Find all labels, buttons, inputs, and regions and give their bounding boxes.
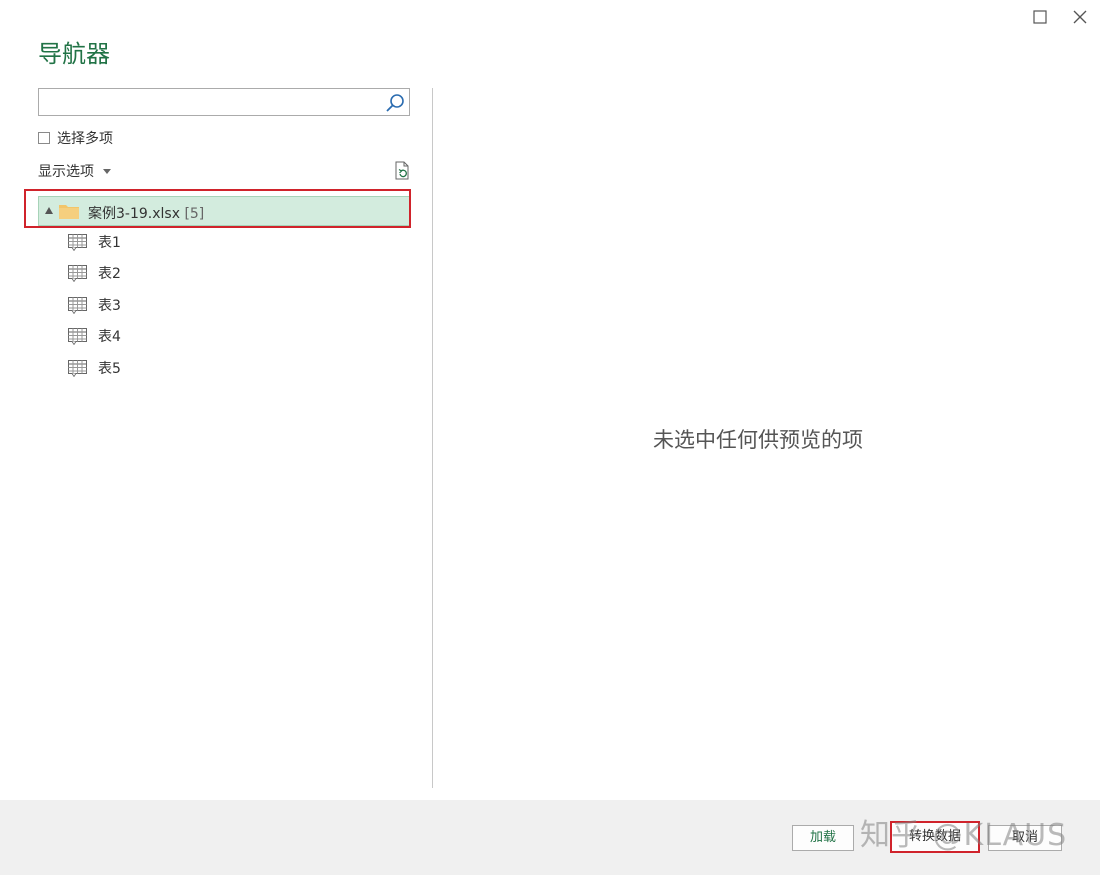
- transform-data-button[interactable]: 转换数据: [890, 821, 980, 853]
- load-button[interactable]: 加载: [792, 825, 854, 851]
- tree-item-table-4[interactable]: 表4: [68, 326, 121, 346]
- table-icon: [68, 359, 87, 377]
- tree-item-table-3[interactable]: 表3: [68, 295, 121, 315]
- chevron-down-icon: [103, 168, 111, 174]
- display-options-label: 显示选项: [38, 164, 94, 180]
- search-box[interactable]: [38, 88, 410, 116]
- tree-item-table-5[interactable]: 表5: [68, 358, 121, 378]
- tree-item-label: 表4: [98, 329, 121, 345]
- maximize-icon[interactable]: [1029, 6, 1051, 28]
- tree-item-label: 表3: [98, 298, 121, 314]
- tree-item-label: 表1: [98, 235, 121, 251]
- multi-select-option[interactable]: 选择多项: [38, 128, 113, 148]
- highlight-outline: [24, 189, 411, 228]
- tree-item-table-2[interactable]: 表2: [68, 263, 121, 283]
- refresh-icon[interactable]: [391, 160, 413, 182]
- cancel-button[interactable]: 取消: [988, 825, 1062, 851]
- dialog-footer: 加载 转换数据 取消 知乎 @KLAUS: [0, 800, 1100, 875]
- display-options-dropdown[interactable]: 显示选项: [38, 161, 111, 181]
- close-icon[interactable]: [1069, 6, 1091, 28]
- multi-select-checkbox[interactable]: [38, 132, 50, 144]
- table-icon: [68, 327, 87, 345]
- table-icon: [68, 296, 87, 314]
- multi-select-label: 选择多项: [57, 131, 113, 147]
- preview-empty-message: 未选中任何供预览的项: [653, 428, 863, 452]
- search-input[interactable]: [43, 91, 383, 115]
- search-icon[interactable]: [383, 91, 407, 115]
- tree-item-table-1[interactable]: 表1: [68, 232, 121, 252]
- tree-item-label: 表2: [98, 266, 121, 282]
- table-icon: [68, 233, 87, 251]
- table-icon: [68, 264, 87, 282]
- dialog-title: 导航器: [38, 40, 110, 68]
- tree-item-label: 表5: [98, 361, 121, 377]
